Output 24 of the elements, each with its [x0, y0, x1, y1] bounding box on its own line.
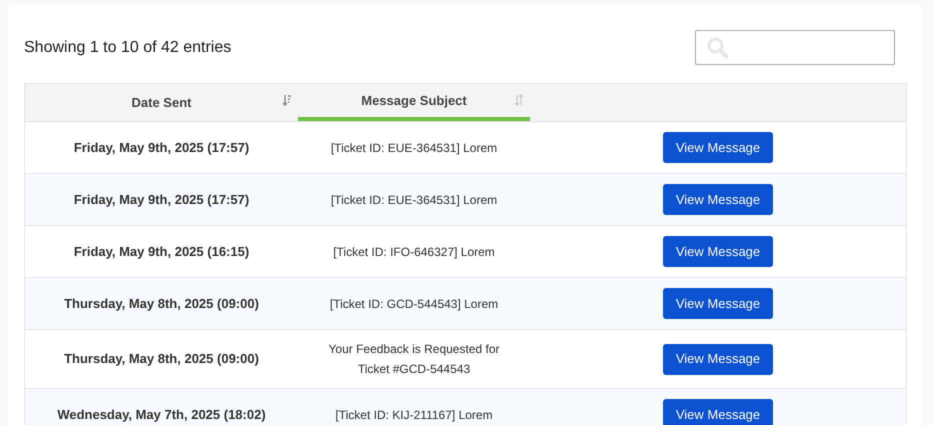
- date-sent: Friday, May 9th, 2025 (16:15): [74, 242, 250, 261]
- date-sent: Thursday, May 8th, 2025 (09:00): [64, 294, 259, 313]
- date-sent: Thursday, May 8th, 2025 (09:00): [64, 350, 259, 368]
- date-sent: Friday, May 9th, 2025 (17:57): [74, 138, 250, 157]
- message-subject: [Ticket ID: IFO-646327] Lorem: [333, 244, 495, 260]
- entries-summary: Showing 1 to 10 of 42 entries: [24, 38, 232, 58]
- view-message-button[interactable]: View Message: [662, 344, 774, 374]
- message-subject: [Ticket ID: KIJ-211167] Lorem: [335, 406, 493, 424]
- view-message-button[interactable]: View Message: [662, 288, 774, 319]
- date-sent: Wednesday, May 7th, 2025 (18:02): [57, 406, 266, 424]
- search-icon: [706, 36, 730, 60]
- message-subject: [Ticket ID: EUE-364531] Lorem: [330, 192, 498, 208]
- sort-icon[interactable]: [282, 94, 292, 106]
- view-message-button[interactable]: View Message: [662, 399, 774, 425]
- message-subject: Your Feedback is Requested for Ticket #GCD-544543: [328, 341, 500, 378]
- view-message-button[interactable]: View Message: [662, 184, 774, 215]
- sort-icon[interactable]: [514, 94, 524, 106]
- view-message-button[interactable]: View Message: [662, 132, 774, 163]
- message-subject: [Ticket ID: EUE-364531] Lorem: [330, 140, 498, 156]
- date-sent: Friday, May 9th, 2025 (17:57): [74, 190, 250, 209]
- search-field[interactable]: [695, 30, 895, 65]
- message-subject: [Ticket ID: GCD-544543] Lorem: [330, 296, 498, 312]
- view-message-button[interactable]: View Message: [662, 236, 774, 267]
- column-header[interactable]: Date Sent: [25, 84, 298, 121]
